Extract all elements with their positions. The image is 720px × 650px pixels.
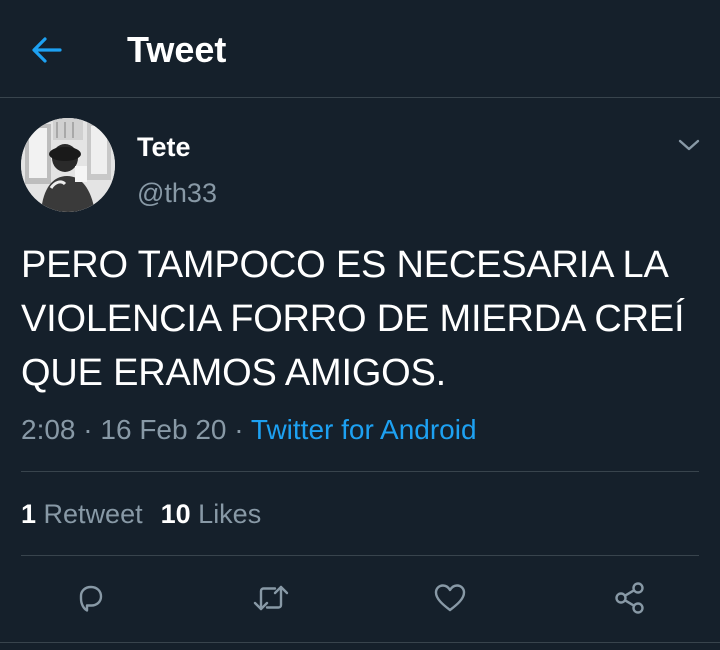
author-name[interactable]: Tete [137,132,191,162]
like-button[interactable] [428,576,472,620]
tweet-source-link[interactable]: Twitter for Android [251,414,477,445]
page-title: Tweet [127,29,227,70]
back-button[interactable] [22,28,72,72]
more-options-button[interactable] [674,130,704,160]
likes-label: Likes [198,499,262,529]
arrow-left-icon [32,37,62,63]
tweet-action-bar [0,572,720,622]
engagement-stats: 1 Retweet 10 Likes [21,496,261,532]
retweets-stat[interactable]: 1 Retweet [21,499,143,529]
tweet-time: 2:08 [21,414,76,445]
likes-count: 10 [160,499,191,529]
reply-icon [79,585,103,612]
tweet-date: 16 Feb 20 [100,414,227,445]
divider [21,555,699,556]
top-app-bar: Tweet [0,0,720,98]
heart-icon [434,584,466,612]
tweet-text: PERO TAMPOCO ES NECESARIA LA VIOLENCIA F… [21,238,711,400]
tweet-text-line: PERO TAMPOCO ES NECESARIA LA [21,244,669,286]
retweet-button[interactable] [249,576,293,620]
avatar[interactable] [21,118,115,212]
avatar-photo [21,118,115,212]
meta-separator: · [234,414,244,445]
retweets-label: Retweet [43,499,143,529]
divider [0,642,720,643]
divider [21,471,699,472]
author-handle[interactable]: @th33 [137,178,217,208]
likes-stat[interactable]: 10 Likes [161,499,262,529]
tweet-detail-screen: Tweet Tete @th33 PERO TAMPOCO ES NECESAR… [0,0,720,650]
retweet-icon [253,585,289,611]
tweet-text-line: VIOLENCIA FORRO DE MIERDA CREÍ [21,298,685,340]
chevron-down-icon [678,139,700,151]
tweet-text-line: QUE ERAMOS AMIGOS. [21,352,447,394]
meta-separator: · [83,414,93,445]
share-icon [615,582,644,614]
tweet-metadata: 2:08 · 16 Feb 20 · Twitter for Android [21,412,477,448]
retweets-count: 1 [21,499,37,529]
reply-button[interactable] [69,576,113,620]
share-button[interactable] [608,576,652,620]
